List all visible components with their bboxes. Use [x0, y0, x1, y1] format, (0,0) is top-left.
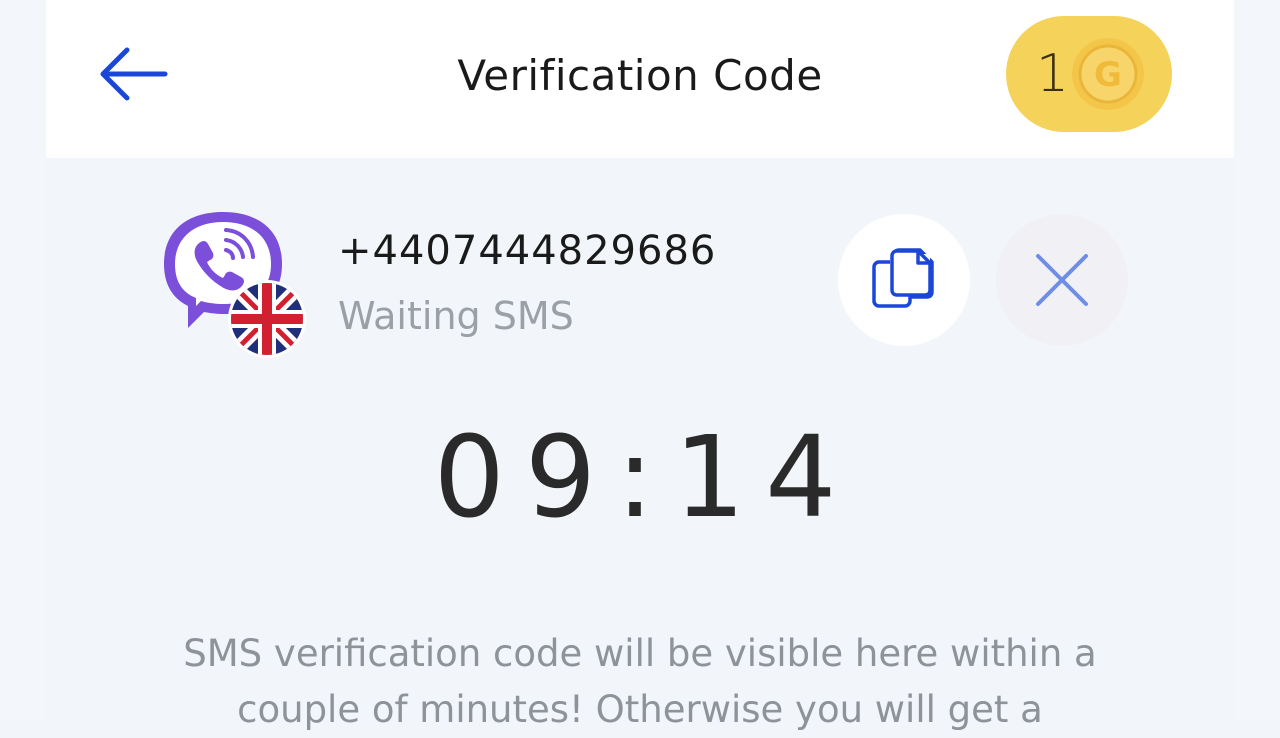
copy-icon: [872, 248, 934, 308]
right-margin: [1234, 0, 1280, 720]
sms-info-message: SMS verification code will be visible he…: [183, 632, 1097, 731]
coin-balance-badge[interactable]: 1 G: [1006, 16, 1172, 132]
left-margin: [0, 0, 46, 720]
close-icon: [1036, 254, 1088, 306]
countdown-timer: 09:14: [433, 413, 857, 543]
gold-coin-icon: G: [1072, 38, 1144, 110]
copy-number-button[interactable]: [838, 214, 970, 346]
coin-letter: G: [1094, 55, 1122, 95]
sms-status: Waiting SMS: [338, 294, 574, 338]
coin-count: 1: [1036, 44, 1070, 104]
phone-number: +4407444829686: [338, 228, 717, 274]
cancel-number-button[interactable]: [996, 214, 1128, 346]
uk-flag-icon: [228, 280, 306, 358]
